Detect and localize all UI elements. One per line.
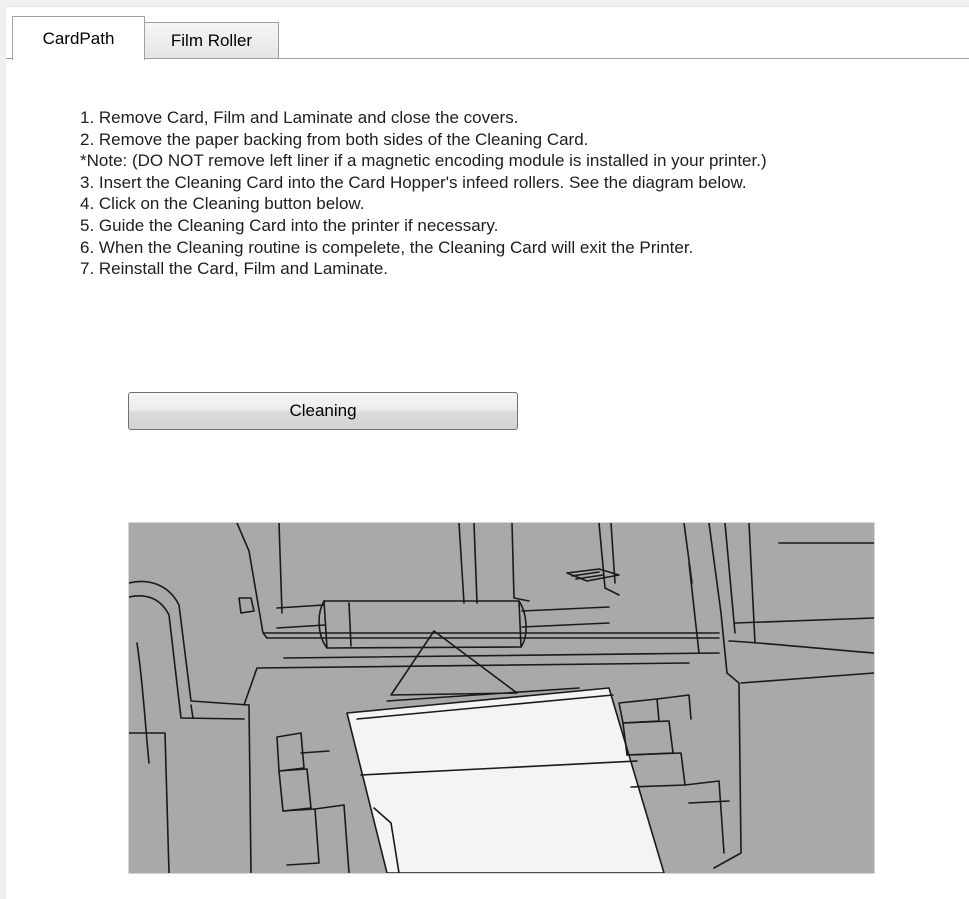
instruction-list: 1. Remove Card, Film and Laminate and cl… [80, 107, 767, 280]
instruction-step-7: 7. Reinstall the Card, Film and Laminate… [80, 259, 389, 279]
instruction-step-5: 5. Guide the Cleaning Card into the prin… [80, 215, 499, 235]
instruction-step-4: 4. Click on the Cleaning button below. [80, 194, 365, 214]
cleaning-button[interactable]: Cleaning [128, 392, 518, 430]
window-top-edge [0, 0, 969, 7]
printer-cleaning-dialog: CardPath Film Roller 1. Remove Card, Fil… [0, 0, 969, 899]
tab-film-roller[interactable]: Film Roller [145, 22, 279, 59]
tab-strip: CardPath Film Roller [6, 16, 969, 60]
instruction-note: *Note: (DO NOT remove left liner if a ma… [80, 151, 767, 171]
card-hopper-illustration [129, 523, 874, 873]
instruction-step-1: 1. Remove Card, Film and Laminate and cl… [80, 108, 519, 127]
card-hopper-diagram [128, 522, 875, 874]
instruction-step-3: 3. Insert the Cleaning Card into the Car… [80, 172, 747, 192]
tab-panel-cardpath: 1. Remove Card, Film and Laminate and cl… [6, 58, 969, 899]
instruction-step-2: 2. Remove the paper backing from both si… [80, 129, 589, 149]
tab-cardpath[interactable]: CardPath [12, 16, 145, 60]
instruction-step-6: 6. When the Cleaning routine is compelet… [80, 237, 694, 257]
